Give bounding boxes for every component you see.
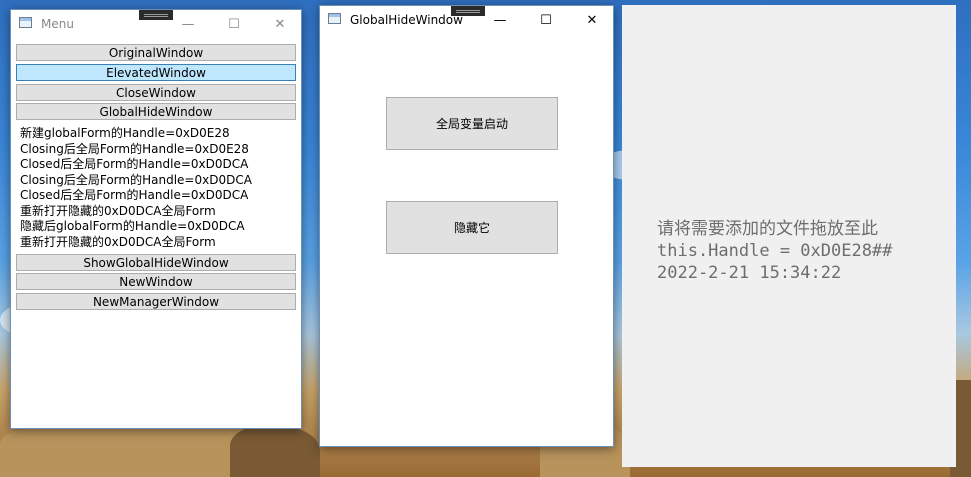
log-line: Closed后全局Form的Handle=0xD0DCA — [20, 157, 249, 171]
handle-text: this.Handle = 0xD0E28## — [657, 241, 893, 261]
close-button[interactable]: ✕ — [569, 6, 615, 34]
log-line: 重新打开隐藏的0xD0DCA全局Form — [20, 203, 216, 218]
log-line: 隐藏后globalForm的Handle=0xD0DCA — [20, 219, 245, 233]
show-global-hide-window-button[interactable]: ShowGlobalHideWindow — [16, 254, 296, 271]
app-icon — [19, 17, 32, 28]
log-line: Closing后全局Form的Handle=0xD0DCA — [20, 172, 252, 187]
title-bar[interactable]: GlobalHideWindow — ☐ ✕ — [320, 6, 613, 34]
elevated-window-button[interactable]: ElevatedWindow — [16, 64, 296, 81]
global-variable-start-button[interactable]: 全局变量启动 — [386, 97, 558, 150]
log-line: 新建globalForm的Handle=0xD0E28 — [20, 126, 230, 140]
menu-window: Menu — ☐ ✕ OriginalWindow ElevatedWindow… — [10, 9, 302, 429]
app-icon — [328, 13, 341, 24]
new-window-button[interactable]: NewWindow — [16, 273, 296, 290]
title-bar[interactable]: Menu — ☐ ✕ — [11, 10, 301, 38]
log-line: 重新打开隐藏的0xD0DCA全局Form — [20, 234, 216, 249]
drop-hint: 请将需要添加的文件拖放至此 — [657, 219, 878, 239]
new-manager-window-button[interactable]: NewManagerWindow — [16, 293, 296, 310]
minimize-button[interactable]: — — [165, 10, 211, 38]
maximize-button[interactable]: ☐ — [523, 6, 569, 34]
timestamp-text: 2022-2-21 15:34:22 — [657, 263, 842, 283]
close-button[interactable]: ✕ — [257, 10, 303, 38]
hide-it-button[interactable]: 隐藏它 — [386, 201, 558, 254]
log-line: Closing后全局Form的Handle=0xD0E28 — [20, 141, 249, 156]
window-title: GlobalHideWindow — [350, 13, 463, 27]
close-window-button[interactable]: CloseWindow — [16, 84, 296, 101]
maximize-button[interactable]: ☐ — [211, 10, 257, 38]
window-title: Menu — [41, 17, 74, 31]
log-line: Closed后全局Form的Handle=0xD0DCA — [20, 188, 249, 202]
global-hide-window: GlobalHideWindow — ☐ ✕ 全局变量启动 隐藏它 — [319, 5, 614, 447]
log-output: 新建globalForm的Handle=0xD0E28 Closing后全局Fo… — [20, 126, 252, 250]
drop-text: 请将需要添加的文件拖放至此 this.Handle = 0xD0E28## 2022… — [657, 218, 892, 284]
file-drop-area[interactable]: 请将需要添加的文件拖放至此 this.Handle = 0xD0E28## 2022… — [622, 5, 956, 467]
global-hide-window-button[interactable]: GlobalHideWindow — [16, 103, 296, 120]
minimize-button[interactable]: — — [477, 6, 523, 34]
original-window-button[interactable]: OriginalWindow — [16, 44, 296, 61]
